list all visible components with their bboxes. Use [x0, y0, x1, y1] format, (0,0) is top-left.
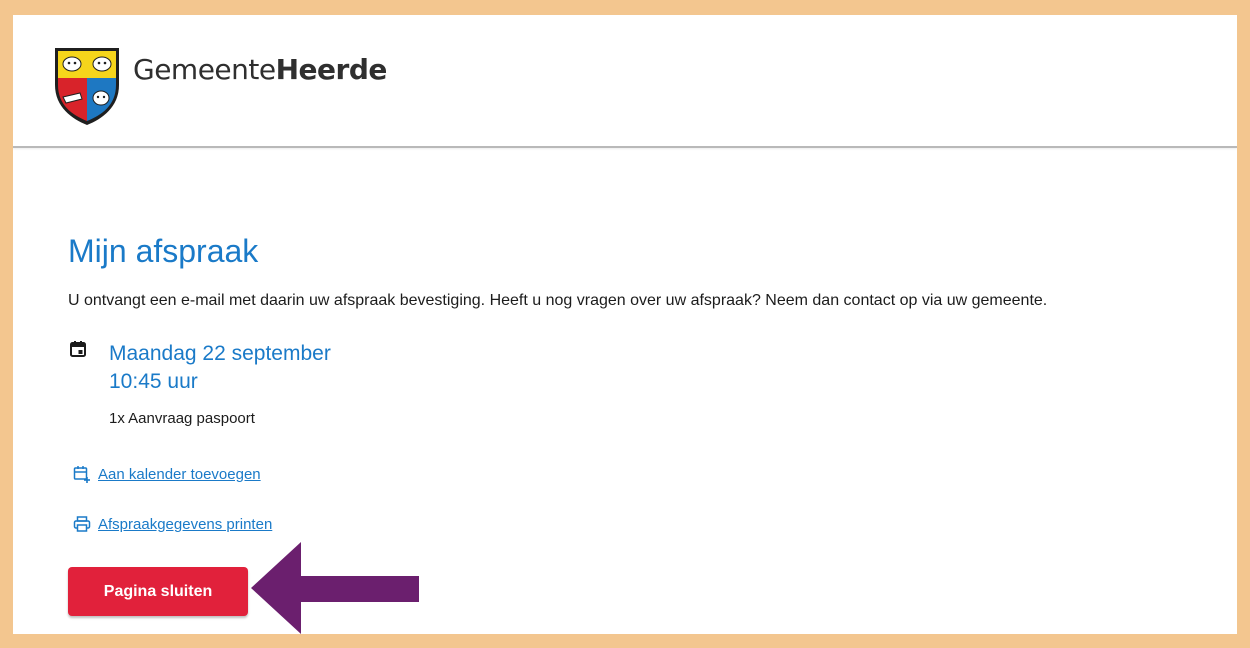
- printer-icon: [73, 516, 91, 532]
- brand-name-bold: Heerde: [275, 53, 388, 86]
- site-header: GemeenteHeerde: [13, 15, 1237, 148]
- add-to-calendar-link[interactable]: Aan kalender toevoegen: [98, 466, 261, 483]
- intro-text: U ontvangt een e-mail met daarin uw afsp…: [68, 292, 1048, 309]
- calendar-add-icon: [73, 466, 90, 483]
- calendar-icon: [70, 341, 86, 357]
- arrow-annotation: [251, 542, 419, 634]
- appointment-date: Maandag 22 september: [109, 342, 331, 365]
- brand-name-light: Gemeente: [133, 53, 276, 86]
- appointment-datetime: Maandag 22 september 10:45 uur: [109, 340, 331, 396]
- appointment-time: 10:45 uur: [109, 370, 198, 393]
- close-page-button[interactable]: Pagina sluiten: [68, 567, 248, 616]
- coat-of-arms-logo[interactable]: [52, 45, 122, 127]
- add-to-calendar-row[interactable]: Aan kalender toevoegen: [73, 465, 261, 483]
- page-title: Mijn afspraak: [68, 233, 259, 269]
- page-frame: GemeenteHeerde Mijn afspraak U ontvangt …: [13, 15, 1237, 634]
- brand-name[interactable]: GemeenteHeerde: [133, 53, 387, 86]
- appointment-product: 1x Aanvraag paspoort: [109, 410, 255, 427]
- print-details-link[interactable]: Afspraakgegevens printen: [98, 516, 272, 533]
- print-details-row[interactable]: Afspraakgegevens printen: [73, 515, 272, 533]
